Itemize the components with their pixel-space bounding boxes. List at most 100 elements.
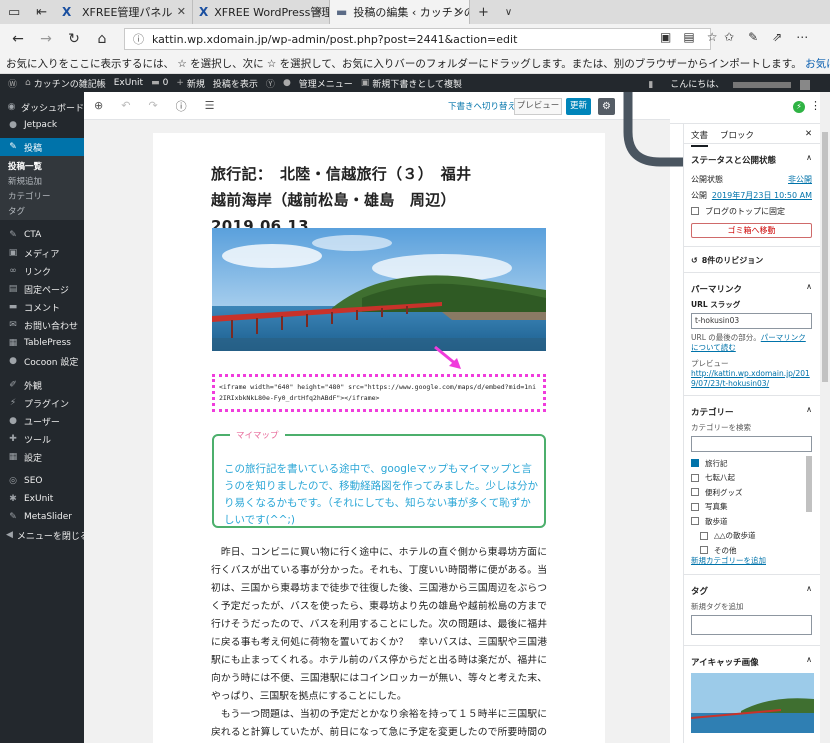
- preview-button[interactable]: プレビュー: [514, 98, 562, 115]
- sidebar-item-seo[interactable]: ◎ SEO: [0, 472, 84, 490]
- featured-header[interactable]: アイキャッチ画像 ∧: [684, 646, 820, 673]
- browser-tab-0[interactable]: X XFREE管理パネル ✕: [56, 0, 193, 24]
- chevron-up-icon[interactable]: ∧: [806, 282, 812, 291]
- submenu-categories[interactable]: カテゴリー: [0, 188, 84, 203]
- sidebar-item-metaslider[interactable]: ✎ MetaSlider: [0, 508, 84, 526]
- admin-view-post[interactable]: 投稿を表示: [213, 77, 258, 90]
- tab-block[interactable]: ブロック: [720, 129, 754, 141]
- sidebar-item-mail[interactable]: ✉ お問い合わせ: [0, 316, 84, 334]
- green-status-icon[interactable]: ⚡: [793, 101, 805, 113]
- admin-greeting-area[interactable]: ▮ こんにちは、: [640, 77, 810, 90]
- category-scrollbar[interactable]: [806, 456, 812, 512]
- category-checkbox[interactable]: [691, 459, 699, 468]
- close-tab-icon[interactable]: ✕: [454, 5, 463, 18]
- add-block-icon[interactable]: ⊕: [94, 99, 103, 112]
- sidebar-item-tools[interactable]: ✚ ツール: [0, 430, 84, 448]
- category-checkbox[interactable]: [691, 488, 699, 497]
- share-icon[interactable]: ⇗: [772, 30, 782, 44]
- revisions-section[interactable]: ↺ 8件のリビジョン: [684, 247, 820, 273]
- close-tab-icon[interactable]: ✕: [177, 5, 186, 18]
- back-icon[interactable]: ←: [4, 31, 32, 47]
- post-photo[interactable]: [212, 228, 546, 351]
- new-tab-icon[interactable]: +: [478, 5, 489, 20]
- sidebar-item-tablepress[interactable]: ▦ TablePress: [0, 334, 84, 352]
- category-item[interactable]: 散歩道: [691, 514, 812, 529]
- category-item[interactable]: 旅行記: [691, 456, 812, 471]
- category-checkbox[interactable]: [700, 531, 708, 540]
- sidebar-item-appearance[interactable]: ✐ 外観: [0, 376, 84, 394]
- chevron-up-icon[interactable]: ∧: [806, 405, 812, 414]
- favorite-star-icon[interactable]: ☆: [707, 30, 718, 44]
- redo-icon[interactable]: ↷: [148, 99, 157, 112]
- category-checkbox[interactable]: [700, 546, 708, 555]
- featured-image-thumb[interactable]: [691, 673, 814, 733]
- category-checkbox[interactable]: [691, 502, 699, 511]
- admin-comments-count[interactable]: 0: [163, 78, 169, 88]
- category-item[interactable]: 七転八起: [691, 471, 812, 486]
- comments-icon[interactable]: ▬: [151, 78, 160, 88]
- admin-exunit[interactable]: ExUnit: [114, 78, 143, 88]
- browser-tab-1[interactable]: X XFREE WordPress管理パネル ✕: [193, 0, 330, 24]
- outline-icon[interactable]: ☰: [205, 99, 215, 112]
- preview-link[interactable]: http://kattin.wp.xdomain.jp/2019/07/23/t…: [684, 369, 820, 389]
- sidebar-item-cta[interactable]: ✎ CTA: [0, 226, 84, 244]
- slug-input[interactable]: t-hokusin03: [691, 313, 812, 329]
- category-item[interactable]: 便利グッズ: [691, 485, 812, 500]
- browser-tab-2[interactable]: ▬ 投稿の編集 ‹ カッチンの雑 ✕: [330, 0, 470, 24]
- admin-new[interactable]: 新規: [187, 77, 205, 90]
- extension-icon[interactable]: ▤: [683, 30, 694, 44]
- tag-input[interactable]: [691, 615, 812, 635]
- refresh-icon[interactable]: ↻: [60, 31, 88, 47]
- submenu-add-new[interactable]: 新規追加: [0, 173, 84, 188]
- more-icon[interactable]: ⋯: [796, 30, 808, 44]
- tab-aside-icon[interactable]: ⇤: [36, 5, 47, 20]
- admin-menu[interactable]: 管理メニュー: [299, 77, 353, 90]
- category-search-input[interactable]: [691, 436, 812, 452]
- visibility-value[interactable]: 非公開: [788, 174, 812, 185]
- status-header[interactable]: ステータスと公開状態 ∧: [684, 144, 820, 171]
- import-favorites-link[interactable]: お気に入りのインポート: [805, 58, 830, 70]
- window-scroll-thumb[interactable]: [822, 132, 828, 382]
- info-icon[interactable]: ⓘ: [176, 98, 187, 114]
- sidebar-item-cocoon[interactable]: ● Cocoon 設定: [0, 352, 84, 370]
- category-item[interactable]: 写真集: [691, 500, 812, 515]
- sidebar-item-comments[interactable]: ▬ コメント: [0, 298, 84, 316]
- sidebar-item-settings[interactable]: ▦ 設定: [0, 448, 84, 466]
- sidebar-item-links[interactable]: ∞ リンク: [0, 262, 84, 280]
- category-checkbox[interactable]: [691, 473, 699, 482]
- admin-site-name[interactable]: カッチンの雑記帳: [34, 77, 106, 90]
- wordpress-logo-icon[interactable]: Ⓦ: [8, 77, 17, 90]
- reading-view-icon[interactable]: ▣: [660, 30, 671, 44]
- iframe-code-block[interactable]: <iframe width="640" height="480" src="ht…: [212, 374, 546, 412]
- tab-list-chevron-icon[interactable]: ∨: [505, 7, 512, 18]
- sticky-checkbox[interactable]: [691, 207, 699, 215]
- close-panel-icon[interactable]: ✕: [805, 129, 812, 139]
- url-field[interactable]: ⓘ kattin.wp.xdomain.jp/wp-admin/post.php…: [124, 28, 711, 50]
- home-icon[interactable]: ⌂: [88, 31, 116, 47]
- switch-to-draft-link[interactable]: 下書きへ切り替え: [448, 100, 516, 112]
- chevron-up-icon[interactable]: ∧: [806, 584, 812, 593]
- undo-icon[interactable]: ↶: [121, 99, 130, 112]
- favorites-icon[interactable]: ✩: [724, 30, 734, 44]
- chevron-up-icon[interactable]: ∧: [806, 153, 812, 162]
- category-checkbox[interactable]: [691, 517, 699, 526]
- sidebar-item-jetpack[interactable]: ● Jetpack: [0, 116, 84, 134]
- post-body[interactable]: 昨日、コンビニに買い物に行く途中に、ホテルの直ぐ側から東尋坊方面に行くバスが出て…: [211, 544, 547, 743]
- category-item[interactable]: その他: [691, 543, 812, 556]
- settings-gear-icon[interactable]: ⚙: [598, 98, 615, 115]
- sidebar-item-users[interactable]: ● ユーザー: [0, 412, 84, 430]
- new-icon[interactable]: +: [176, 78, 184, 88]
- dashboard-icon[interactable]: ●: [283, 78, 291, 88]
- window-scrollbar[interactable]: [820, 92, 830, 743]
- admin-duplicate[interactable]: 新規下書きとして複製: [372, 77, 462, 90]
- chevron-up-icon[interactable]: ∧: [806, 655, 812, 664]
- yoast-icon[interactable]: Ⓨ: [266, 77, 275, 90]
- trash-button[interactable]: ゴミ箱へ移動: [691, 223, 812, 238]
- submenu-tags[interactable]: タグ: [0, 203, 84, 218]
- permalink-header[interactable]: パーマリンク ∧: [684, 273, 820, 300]
- tab-actions-icon[interactable]: ▭: [8, 5, 20, 20]
- sidebar-item-plugins[interactable]: ⚡ プラグイン: [0, 394, 84, 412]
- categories-header[interactable]: カテゴリー ∧: [684, 396, 820, 423]
- sidebar-item-dashboard[interactable]: ◉ ダッシュボード: [0, 98, 84, 116]
- publish-date[interactable]: 2019年7月23日 10:50 AM: [712, 190, 812, 201]
